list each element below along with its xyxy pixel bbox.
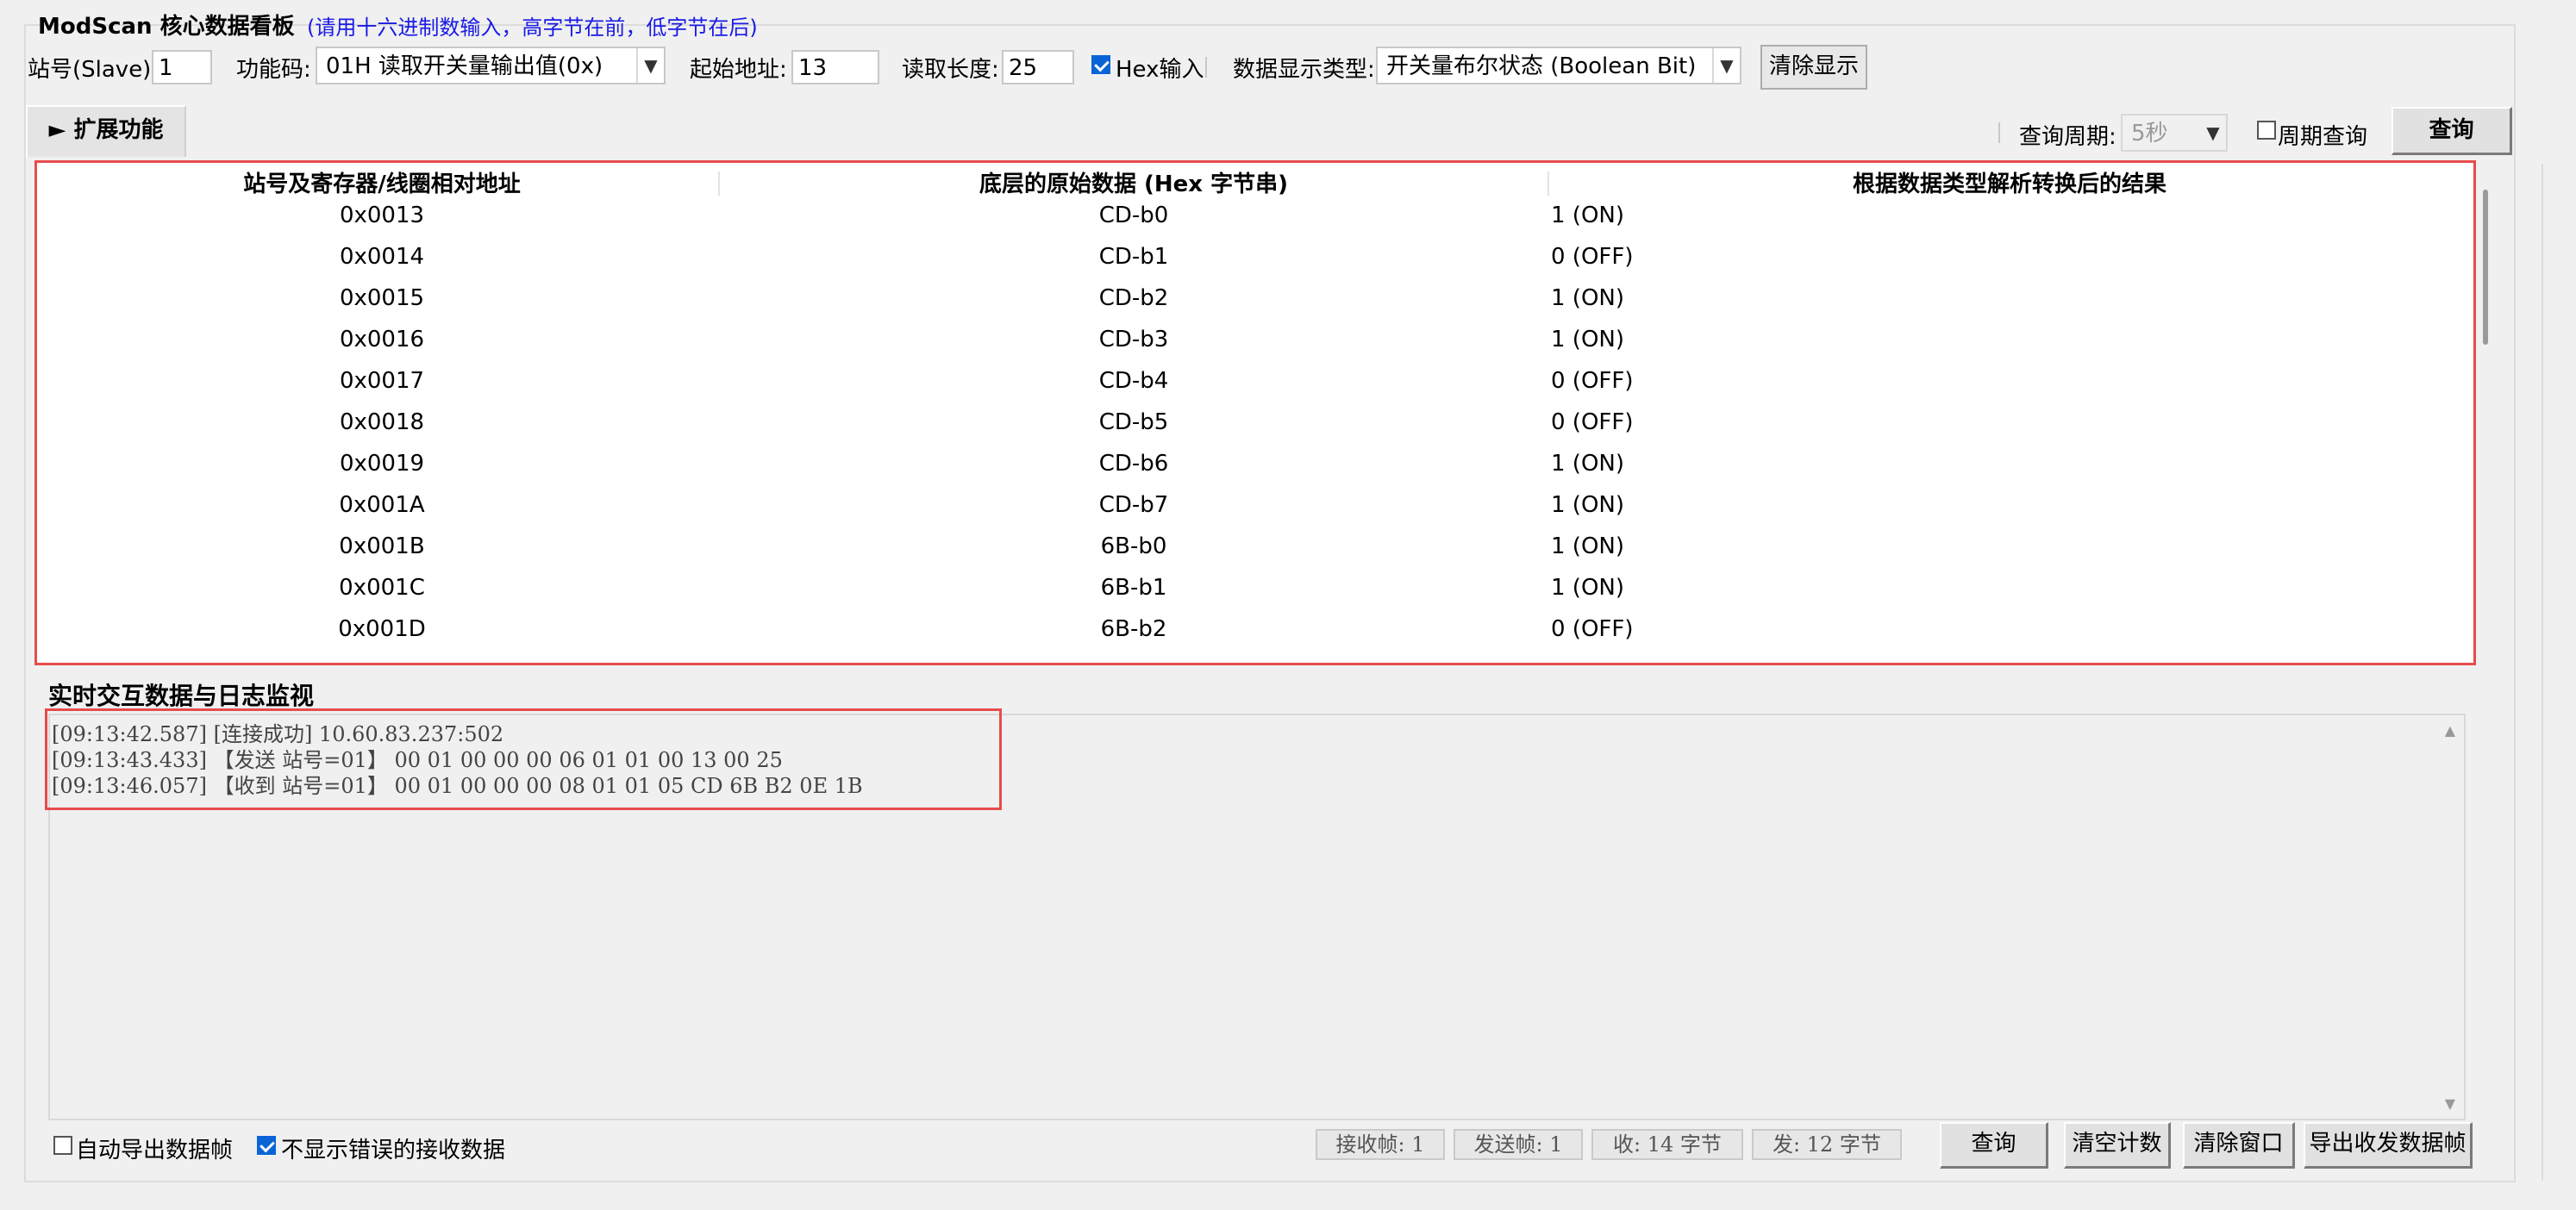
hide-error-checkbox[interactable] — [257, 1136, 276, 1155]
clear-window-button[interactable]: 清除窗口 — [2183, 1122, 2295, 1169]
cell-result: 1 (ON) — [1551, 575, 1625, 601]
cell-result: 1 (ON) — [1551, 327, 1625, 352]
table-row[interactable]: 0x0014 CD-b1 0 (OFF) — [37, 239, 2468, 280]
cell-result: 0 (OFF) — [1551, 409, 1634, 435]
data-type-value: 开关量布尔状态 (Boolean Bit) — [1386, 53, 1697, 79]
toolbar-separator — [1998, 122, 2000, 143]
slave-label: 站号(Slave): — [28, 57, 159, 83]
table-row[interactable]: 0x001D 6B-b2 0 (OFF) — [37, 611, 2468, 652]
chevron-down-icon: ▼ — [2206, 122, 2220, 143]
cell-address: 0x001B — [339, 533, 425, 559]
read-length-label: 读取长度: — [902, 57, 999, 83]
table-row[interactable]: 0x0018 CD-b5 0 (OFF) — [37, 404, 2468, 446]
cell-address: 0x001D — [338, 616, 426, 642]
chevron-down-icon: ▼ — [1712, 48, 1740, 83]
cell-address: 0x001C — [339, 575, 425, 601]
auto-export-checkbox[interactable] — [53, 1136, 72, 1155]
table-scrollbar[interactable] — [2483, 190, 2488, 345]
column-header-result: 根据数据类型解析转换后的结果 — [1852, 172, 2166, 197]
periodic-query-checkbox[interactable] — [2257, 121, 2276, 140]
periodic-query-label: 周期查询 — [2278, 124, 2368, 150]
rx-frames-counter: 接收帧: 1 — [1316, 1129, 1445, 1160]
cell-address: 0x0013 — [339, 203, 425, 228]
hide-error-label: 不显示错误的接收数据 — [281, 1138, 506, 1163]
cell-result: 1 (ON) — [1551, 533, 1625, 559]
cell-raw: CD-b5 — [1098, 409, 1169, 435]
function-code-select[interactable]: 01H 读取开关量输出值(0x) ▼ — [316, 47, 666, 84]
cell-raw: CD-b6 — [1098, 451, 1169, 477]
cell-raw: 6B-b1 — [1100, 575, 1167, 601]
cell-raw: CD-b2 — [1098, 285, 1169, 311]
toolbar-separator — [1205, 57, 1207, 78]
function-code-value: 01H 读取开关量输出值(0x) — [326, 53, 603, 79]
cell-address: 0x0016 — [339, 327, 425, 352]
period-label: 查询周期: — [2019, 124, 2116, 150]
log-line: [09:13:46.057] 【收到 站号=01】 00 01 00 00 00… — [52, 774, 863, 798]
cell-address: 0x0018 — [339, 409, 425, 435]
scroll-up-icon[interactable]: ▲ — [2445, 722, 2455, 739]
function-code-label: 功能码: — [236, 57, 311, 83]
cell-result: 0 (OFF) — [1551, 244, 1634, 270]
cell-raw: CD-b0 — [1098, 203, 1169, 228]
table-row[interactable]: 0x0017 CD-b4 0 (OFF) — [37, 363, 2468, 404]
table-row[interactable]: 0x001B 6B-b0 1 (ON) — [37, 528, 2468, 570]
column-header-raw: 底层的原始数据 (Hex 字节串) — [979, 172, 1289, 197]
cell-address: 0x0017 — [339, 368, 425, 394]
cell-result: 1 (ON) — [1551, 203, 1625, 228]
cell-result: 1 (ON) — [1551, 492, 1625, 518]
start-address-label: 起始地址: — [690, 57, 787, 83]
data-table: 站号及寄存器/线圈相对地址 底层的原始数据 (Hex 字节串) 根据数据类型解析… — [34, 160, 2476, 665]
period-select[interactable]: 5秒 ▼ — [2121, 114, 2228, 152]
start-address-input[interactable]: 13 — [791, 50, 879, 84]
cell-result: 1 (ON) — [1551, 451, 1625, 477]
cell-address: 0x0019 — [339, 451, 425, 477]
input-hint: (请用十六进制数输入，高字节在前，低字节在后) — [307, 16, 758, 40]
period-value: 5秒 — [2131, 121, 2168, 147]
extension-toggle[interactable]: ► 扩展功能 — [26, 105, 186, 157]
cell-raw: 6B-b2 — [1100, 616, 1167, 642]
cell-result: 1 (ON) — [1551, 285, 1625, 311]
app-title: ModScan 核心数据看板 — [38, 14, 295, 40]
cell-raw: CD-b7 — [1098, 492, 1169, 518]
auto-export-label: 自动导出数据帧 — [76, 1138, 234, 1163]
table-row[interactable]: 0x0016 CD-b3 1 (ON) — [37, 321, 2468, 363]
cell-address: 0x0015 — [339, 285, 425, 311]
export-frames-button[interactable]: 导出收发数据帧 — [2304, 1122, 2473, 1169]
cell-result: 0 (OFF) — [1551, 368, 1634, 394]
slave-input[interactable]: 1 — [152, 50, 212, 84]
clear-display-button[interactable]: 清除显示 — [1760, 45, 1867, 90]
cell-result: 0 (OFF) — [1551, 616, 1634, 642]
table-row[interactable]: 0x001A CD-b7 1 (ON) — [37, 487, 2468, 528]
column-header-address: 站号及寄存器/线圈相对地址 — [243, 172, 521, 197]
chevron-down-icon: ▼ — [636, 48, 664, 83]
cell-address: 0x001A — [339, 492, 425, 518]
table-row[interactable]: 0x0015 CD-b2 1 (ON) — [37, 280, 2468, 321]
data-type-label: 数据显示类型: — [1233, 57, 1375, 83]
cell-raw: 6B-b0 — [1100, 533, 1167, 559]
data-type-select[interactable]: 开关量布尔状态 (Boolean Bit) ▼ — [1376, 47, 1741, 84]
cell-address: 0x0014 — [339, 244, 425, 270]
cell-raw: CD-b4 — [1098, 368, 1169, 394]
tx-bytes-counter: 发: 12 字节 — [1752, 1129, 1902, 1160]
query-button[interactable]: 查询 — [2392, 107, 2512, 155]
hex-input-checkbox[interactable] — [1091, 55, 1110, 74]
cell-raw: CD-b1 — [1098, 244, 1169, 270]
tx-frames-counter: 发送帧: 1 — [1454, 1129, 1583, 1160]
table-row[interactable]: 0x001C 6B-b1 1 (ON) — [37, 570, 2468, 611]
log-title: 实时交互数据与日志监视 — [48, 682, 315, 710]
table-row[interactable]: 0x0019 CD-b6 1 (ON) — [37, 446, 2468, 487]
panel-divider — [2542, 164, 2543, 1181]
clear-count-button[interactable]: 清空计数 — [2064, 1122, 2171, 1169]
table-row[interactable]: 0x0013 CD-b0 1 (ON) — [37, 197, 2468, 239]
read-length-input[interactable]: 25 — [1002, 50, 1074, 84]
rx-bytes-counter: 收: 14 字节 — [1591, 1129, 1743, 1160]
scroll-down-icon[interactable]: ▼ — [2445, 1095, 2455, 1112]
footer-query-button[interactable]: 查询 — [1940, 1122, 2048, 1169]
cell-raw: CD-b3 — [1098, 327, 1169, 352]
hex-input-label: Hex输入 — [1116, 57, 1204, 83]
